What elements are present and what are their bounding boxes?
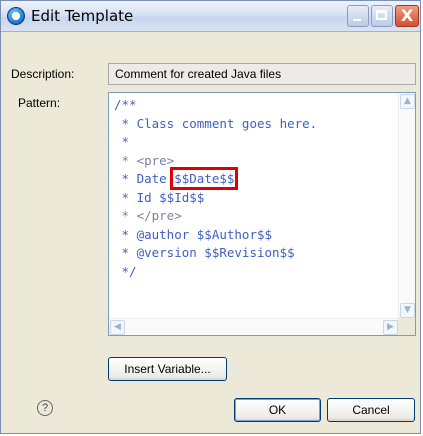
- scroll-up-icon[interactable]: ▲: [400, 94, 415, 109]
- code-line: * @author $$Author$$: [114, 226, 273, 242]
- window-title: Edit Template: [31, 7, 134, 25]
- pattern-code[interactable]: /** * Class comment goes here. * * <pre>…: [114, 96, 317, 281]
- vertical-scrollbar[interactable]: ▲ ▼: [398, 93, 415, 319]
- code-line: * Class comment goes here.: [114, 115, 318, 131]
- close-icon: X: [400, 6, 414, 25]
- description-label: Description:: [11, 67, 75, 81]
- scrollbar-corner: [398, 318, 415, 335]
- scroll-left-icon[interactable]: ◀: [110, 320, 125, 335]
- scroll-right-icon[interactable]: ▶: [383, 320, 398, 335]
- code-line: * Date: [114, 171, 175, 186]
- code-line: *: [114, 134, 130, 149]
- description-field: Comment for created Java files: [108, 63, 416, 85]
- insert-variable-button[interactable]: Insert Variable...: [108, 357, 227, 381]
- pattern-editor[interactable]: /** * Class comment goes here. * * <pre>…: [108, 92, 416, 336]
- ok-button[interactable]: OK: [234, 398, 321, 422]
- help-icon[interactable]: ?: [37, 400, 53, 416]
- minimize-button[interactable]: [347, 5, 369, 27]
- scroll-down-icon[interactable]: ▼: [400, 303, 415, 318]
- code-line: * </pre>: [114, 208, 182, 223]
- title-bar[interactable]: Edit Template X: [1, 1, 420, 32]
- code-line: */: [114, 263, 137, 279]
- maximize-button[interactable]: [371, 5, 393, 27]
- pattern-label: Pattern:: [18, 96, 61, 110]
- code-line: /**: [114, 97, 137, 112]
- app-icon: [7, 7, 25, 25]
- horizontal-scrollbar[interactable]: ◀ ▶: [109, 318, 399, 335]
- date-variable-highlight: $$Date$$: [170, 167, 239, 190]
- close-button[interactable]: X: [395, 5, 419, 27]
- code-line: * @version $$Revision$$: [114, 245, 295, 260]
- code-line: * <pre>: [114, 152, 175, 168]
- cancel-button[interactable]: Cancel: [327, 398, 415, 422]
- edit-template-dialog: Edit Template X Description: Comment for…: [0, 0, 421, 434]
- code-line: * Id $$Id$$: [114, 189, 205, 205]
